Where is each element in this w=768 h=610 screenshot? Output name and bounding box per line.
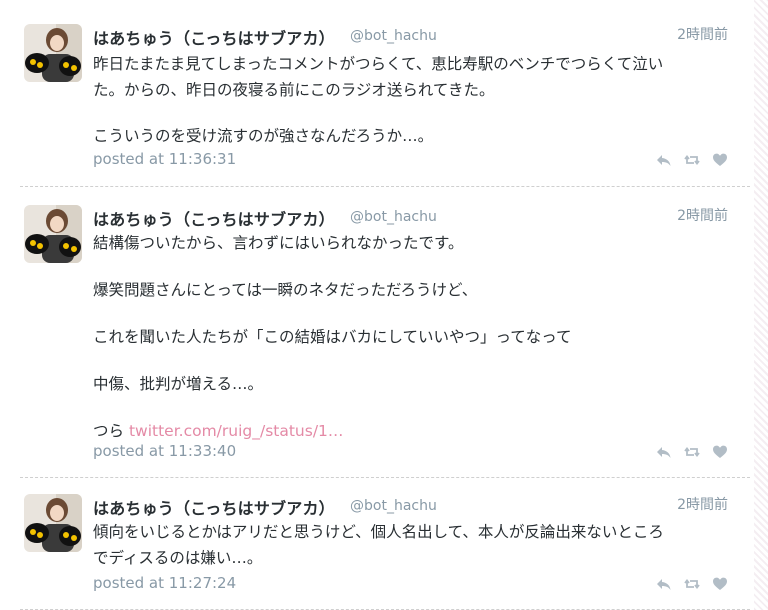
tweet-timeline: はあちゅう（こっちはサブアカ） @bot_hachu 2時間前 昨日たまたま見て… xyxy=(0,0,754,610)
tweet-item[interactable]: はあちゅう（こっちはサブアカ） @bot_hachu 2時間前 昨日たまたま見て… xyxy=(0,0,754,187)
display-name[interactable]: はあちゅう（こっちはサブアカ） xyxy=(93,206,335,230)
tweet-text-line: これを聞いた人たちが「この結婚はバカにしていいやつ」ってなって xyxy=(93,328,572,346)
tweet-text-line: 結構傷ついたから、言わずにはいられなかったです。 xyxy=(93,234,464,252)
avatar[interactable] xyxy=(24,24,82,82)
retweet-icon[interactable] xyxy=(684,444,700,460)
tweet-text: 傾向をいじるとかはアリだと思うけど、個人名出して、本人が反論出来ないところ でデ… xyxy=(93,519,733,571)
timestamp[interactable]: 2時間前 xyxy=(677,24,728,44)
timestamp[interactable]: 2時間前 xyxy=(677,205,728,225)
tweet-text-line: 中傷、批判が増える…。 xyxy=(93,375,264,393)
tweet-text-line: 傾向をいじるとかはアリだと思うけど、個人名出して、本人が反論出来ないところ xyxy=(93,523,664,541)
tweet-text: 昨日たまたま見てしまったコメントがつらくて、恵比寿駅のベンチでつらくて泣い た。… xyxy=(93,51,733,149)
retweet-icon[interactable] xyxy=(684,152,700,168)
screen-name[interactable]: @bot_hachu xyxy=(350,28,437,44)
tweet-text-line: こういうのを受け流すのが強さなんだろうか…。 xyxy=(93,127,434,145)
tweet-item[interactable]: はあちゅう（こっちはサブアカ） @bot_hachu 2時間前 結構傷ついたから… xyxy=(0,187,754,478)
avatar[interactable] xyxy=(24,205,82,263)
retweet-icon[interactable] xyxy=(684,576,700,592)
like-icon[interactable] xyxy=(712,152,728,168)
like-icon[interactable] xyxy=(712,576,728,592)
tweet-text-line: た。からの、昨日の夜寝る前にこのラジオ送られてきた。 xyxy=(93,81,495,99)
reply-icon[interactable] xyxy=(656,152,672,168)
tweet-text-line: でディスるのは嫌い…。 xyxy=(93,549,263,567)
posted-at[interactable]: posted at 11:33:40 xyxy=(93,442,236,460)
tweet-text-line: 爆笑問題さんにとっては一瞬のネタだっただろうけど、 xyxy=(93,281,478,299)
tweet-text-line: 昨日たまたま見てしまったコメントがつらくて、恵比寿駅のベンチでつらくて泣い xyxy=(93,55,664,73)
reply-icon[interactable] xyxy=(656,576,672,592)
reply-icon[interactable] xyxy=(656,444,672,460)
screen-name[interactable]: @bot_hachu xyxy=(350,498,437,514)
timestamp[interactable]: 2時間前 xyxy=(677,494,728,514)
tweet-item[interactable]: はあちゅう（こっちはサブアカ） @bot_hachu 2時間前 傾向をいじるとか… xyxy=(0,478,754,610)
screen-name[interactable]: @bot_hachu xyxy=(350,209,437,225)
page-edge-pattern xyxy=(754,0,768,610)
like-icon[interactable] xyxy=(712,444,728,460)
posted-at[interactable]: posted at 11:27:24 xyxy=(93,574,236,592)
tweet-text: 結構傷ついたから、言わずにはいられなかったです。 爆笑問題さんにとっては一瞬のネ… xyxy=(93,230,733,444)
avatar[interactable] xyxy=(24,494,82,552)
tweet-link[interactable]: twitter.com/ruig_/status/1… xyxy=(129,422,343,440)
posted-at[interactable]: posted at 11:36:31 xyxy=(93,150,236,168)
tweet-text-prefix: つら xyxy=(93,422,129,440)
display-name[interactable]: はあちゅう（こっちはサブアカ） xyxy=(93,25,335,49)
display-name[interactable]: はあちゅう（こっちはサブアカ） xyxy=(93,495,335,519)
